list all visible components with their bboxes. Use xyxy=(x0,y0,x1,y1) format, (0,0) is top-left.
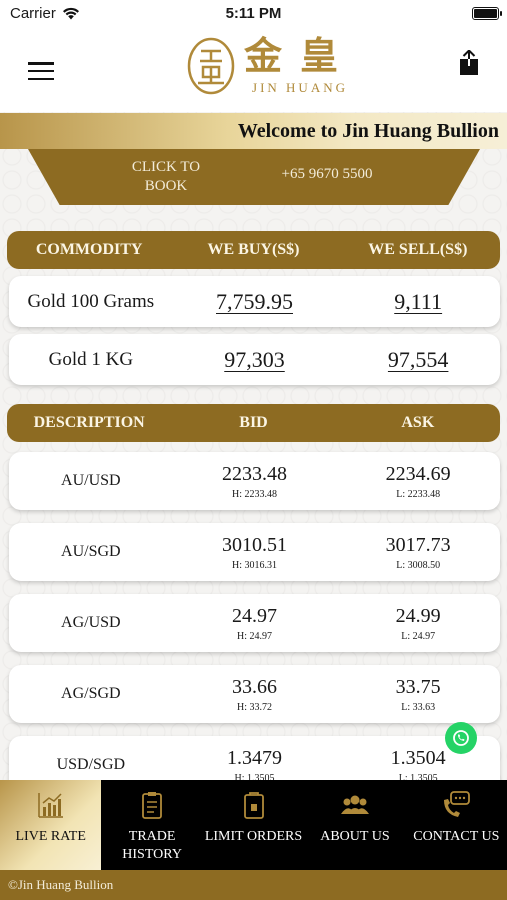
bid-value: 2233.48 xyxy=(222,462,287,485)
booking-phone-link[interactable]: +65 9670 5500 xyxy=(262,166,392,183)
bottom-nav: LIVE RATE TRADE HISTORY LIMIT ORDERS ABO… xyxy=(0,780,507,870)
whatsapp-button[interactable] xyxy=(445,722,477,754)
app-header: 金皇 JIN HUANG xyxy=(0,26,507,112)
quote-description: AG/SGD xyxy=(61,685,121,702)
ask-low: L: 2233.48 xyxy=(396,488,441,500)
quote-row: AU/USD 2233.48 H: 2233.48 2234.69 L: 2233.… xyxy=(9,452,500,510)
header-commodity: COMMODITY xyxy=(35,241,143,258)
quote-description: AU/SGD xyxy=(61,543,121,560)
quote-row: AU/SGD 3010.51 H: 3016.31 3017.73 L: 3008.… xyxy=(9,523,500,581)
nav-label: ABOUT US xyxy=(320,829,390,844)
bid-high: H: 24.97 xyxy=(237,630,272,642)
logo-seal-icon xyxy=(187,37,235,95)
phone-chat-icon xyxy=(444,791,471,817)
carrier-label: Carrier xyxy=(10,4,56,22)
clipboard-icon xyxy=(142,792,163,819)
nav-limit-orders[interactable]: LIMIT ORDERS xyxy=(203,780,304,870)
bid-value: 1.3479 xyxy=(227,746,282,769)
nav-label: LIMIT ORDERS xyxy=(204,829,303,844)
logo: 金皇 JIN HUANG xyxy=(186,36,356,96)
commodity-name: Gold 100 Grams xyxy=(27,290,155,312)
ask-value: 24.99 xyxy=(395,604,441,627)
commodity-row: Gold 100 Grams 7,759.95 9,111 xyxy=(9,276,500,327)
hamburger-menu-icon[interactable] xyxy=(28,62,54,80)
ask-value: 2234.69 xyxy=(385,462,451,485)
bid-high: H: 2233.48 xyxy=(232,488,277,500)
bag-icon xyxy=(243,792,264,819)
quote-description: USD/SGD xyxy=(56,756,126,773)
buy-price-link[interactable]: 7,759.95 xyxy=(173,289,337,315)
click-to-book-button[interactable]: CLICK TO BOOK xyxy=(110,158,222,198)
booking-bar xyxy=(28,149,480,205)
bid-value: 33.66 xyxy=(232,675,277,698)
nav-about-us[interactable]: ABOUT US xyxy=(304,780,405,870)
commodity-row: Gold 1 KG 97,303 97,554 xyxy=(9,334,500,385)
buy-price-link[interactable]: 97,303 xyxy=(173,347,337,373)
ask-low: L: 24.97 xyxy=(401,630,436,642)
sell-price-link[interactable]: 9,111 xyxy=(336,289,500,315)
quote-row: AG/SGD 33.66 H: 33.72 33.75 L: 33.63 xyxy=(9,665,500,723)
logo-chinese: 金皇 xyxy=(244,36,357,78)
header-we-buy: WE BUY(S$) xyxy=(207,241,300,258)
quote-description: AG/USD xyxy=(61,614,121,631)
ask-value: 3017.73 xyxy=(385,533,451,556)
quote-description: AU/USD xyxy=(61,472,121,489)
copyright-text: ©Jin Huang Bullion xyxy=(8,877,114,892)
bid-value: 3010.51 xyxy=(222,533,287,556)
header-ask: ASK xyxy=(401,414,435,431)
share-icon[interactable] xyxy=(458,50,480,76)
sell-price-link[interactable]: 97,554 xyxy=(336,347,500,373)
header-bid: BID xyxy=(239,414,268,431)
nav-contact-us[interactable]: CONTACT US xyxy=(406,780,507,870)
nav-label: TRADE HISTORY xyxy=(122,829,182,862)
nav-label: CONTACT US xyxy=(413,829,500,844)
logo-english: JIN HUANG xyxy=(252,80,348,95)
nav-trade-history[interactable]: TRADE HISTORY xyxy=(101,780,202,870)
chart-icon xyxy=(37,793,63,818)
ask-value: 33.75 xyxy=(395,675,441,698)
status-bar: Carrier 5:11 PM xyxy=(0,0,507,26)
bid-high: H: 3016.31 xyxy=(232,559,277,571)
quote-row: AG/USD 24.97 H: 24.97 24.99 L: 24.97 xyxy=(9,594,500,652)
quotes-table-header: DESCRIPTION BID ASK xyxy=(7,404,500,442)
bid-high: H: 33.72 xyxy=(237,701,272,713)
group-icon xyxy=(340,795,369,814)
ask-low: L: 3008.50 xyxy=(396,559,441,571)
battery-icon xyxy=(472,6,502,20)
commodity-name: Gold 1 KG xyxy=(48,348,134,370)
whatsapp-icon xyxy=(453,730,469,746)
nav-live-rate[interactable]: LIVE RATE xyxy=(0,780,102,870)
header-description: DESCRIPTION xyxy=(33,414,145,431)
commodity-table-header: COMMODITY WE BUY(S$) WE SELL(S$) xyxy=(7,231,500,269)
bid-value: 24.97 xyxy=(232,604,277,627)
header-we-sell: WE SELL(S$) xyxy=(368,241,468,258)
wifi-icon xyxy=(62,7,79,19)
footer: ©Jin Huang Bullion xyxy=(0,870,507,900)
ask-low: L: 33.63 xyxy=(401,701,436,713)
welcome-banner: Welcome to Jin Huang Bullion xyxy=(0,113,507,149)
welcome-text: Welcome to Jin Huang Bullion xyxy=(237,119,499,142)
nav-label: LIVE RATE xyxy=(15,829,86,844)
ask-value: 1.3504 xyxy=(390,746,446,769)
